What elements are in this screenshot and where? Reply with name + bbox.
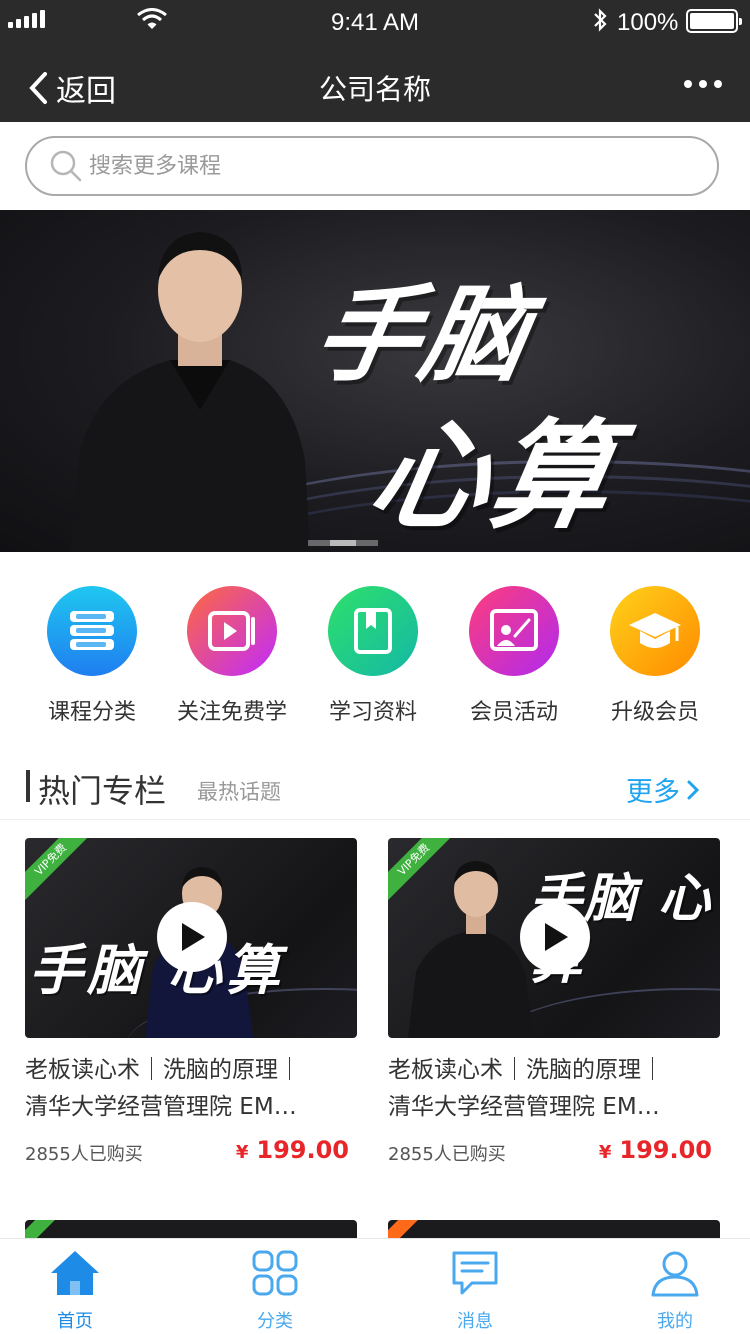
carousel-indicator [308,540,378,546]
menu-label: 关注免费学 [176,700,287,725]
course-meta: 2855人已购买 ¥199.00 [388,1136,720,1165]
battery-percent: 100% [617,9,679,36]
play-button[interactable] [520,902,590,972]
tab-messages[interactable]: 消息 [400,1247,550,1333]
tab-category[interactable]: 分类 [200,1247,350,1333]
course-title: 老板读心术｜洗脑的原理｜ [25,1057,301,1083]
menu-item-study-materials[interactable]: 学习资料 [303,586,443,726]
bluetooth-icon [592,7,608,37]
tab-profile[interactable]: 我的 [600,1247,750,1333]
course-price: ¥199.00 [599,1136,712,1164]
currency-symbol: ¥ [598,1142,612,1163]
tab-home[interactable]: 首页 [0,1247,150,1333]
play-icon [182,923,205,951]
course-card[interactable]: 手脑 心算 VIP免费 老板读心术｜洗脑的原理｜ 清华大学经营管理院 EM… 2… [388,838,720,1165]
buyer-count: 2855人已购买 [25,1144,143,1165]
quick-menu: 课程分类 关注免费学 学习资料 会员活动 升级会员 [0,552,750,742]
graduation-cap-icon [610,586,700,676]
tab-label: 消息 [457,1311,493,1332]
tab-label: 分类 [257,1311,293,1332]
tab-label: 首页 [57,1311,93,1332]
course-thumbnail: 手脑 心算 VIP免费 [25,838,357,1038]
books-stack-icon [47,586,137,676]
course-title-line2: 清华大学经营管理院 EM… [25,1094,297,1120]
video-play-icon [187,586,277,676]
nav-bar: 返回 公司名称 [0,44,750,122]
course-price: ¥199.00 [236,1136,349,1164]
more-options-icon[interactable] [684,80,722,88]
home-icon [0,1247,150,1299]
search-icon [50,150,82,182]
search-input[interactable] [89,153,649,179]
search-area [0,122,750,210]
currency-symbol: ¥ [235,1142,249,1163]
battery-icon [686,9,742,33]
menu-item-course-category[interactable]: 课程分类 [22,586,162,726]
carousel-dot[interactable] [356,540,378,546]
carousel-dot[interactable] [330,540,356,546]
price-value: 199.00 [619,1136,712,1164]
carousel-dot[interactable] [308,540,330,546]
menu-item-follow-free[interactable]: 关注免费学 [162,586,302,726]
section-accent-bar [26,770,30,802]
menu-item-member-events[interactable]: 会员活动 [444,586,584,726]
grid-icon [200,1247,350,1299]
tab-bar: 首页 分类 消息 我的 [0,1238,750,1334]
more-label: 更多 [626,777,680,808]
menu-label: 会员活动 [469,700,558,725]
menu-label: 学习资料 [328,700,417,725]
course-card[interactable]: 手脑 心算 VIP免费 老板读心术｜洗脑的原理｜ 清华大学经营管理院 EM… 2… [25,838,357,1165]
menu-label: 课程分类 [47,700,136,725]
section-title: 热门专栏 [38,772,167,810]
vip-free-badge: VIP免费 [25,838,94,903]
presenter-photo [408,861,534,1038]
status-bar: 9:41 AM 100% [0,0,750,44]
banner-title-line1: 手脑 [305,274,540,396]
banner-title-line2: 心算 [359,407,625,545]
course-card-peek[interactable] [388,1220,720,1240]
bookmark-book-icon [328,586,418,676]
menu-label: 升级会员 [610,700,699,725]
user-icon [600,1247,750,1299]
section-header: 热门专栏 最热话题 更多 [0,742,750,820]
price-value: 199.00 [256,1136,349,1164]
presenter-board-icon [469,586,559,676]
play-icon [545,923,568,951]
tab-label: 我的 [657,1311,693,1332]
menu-item-upgrade-member[interactable]: 升级会员 [585,586,725,726]
course-meta: 2855人已购买 ¥199.00 [25,1136,357,1165]
more-link[interactable]: 更多 [626,770,700,809]
banner-carousel[interactable]: 手脑 心算 [0,210,750,552]
message-icon [400,1247,550,1299]
section-subtitle: 最热话题 [197,780,281,804]
course-title-line2: 清华大学经营管理院 EM… [388,1094,660,1120]
course-thumbnail: 手脑 心算 VIP免费 [388,838,720,1038]
course-card-peek[interactable] [25,1220,357,1240]
course-title: 老板读心术｜洗脑的原理｜ [388,1057,664,1083]
play-button[interactable] [157,902,227,972]
chevron-right-icon [687,780,700,799]
page-title: 公司名称 [318,73,431,106]
buyer-count: 2855人已购买 [388,1144,506,1165]
presenter-photo [70,232,310,552]
search-box[interactable] [25,136,719,196]
